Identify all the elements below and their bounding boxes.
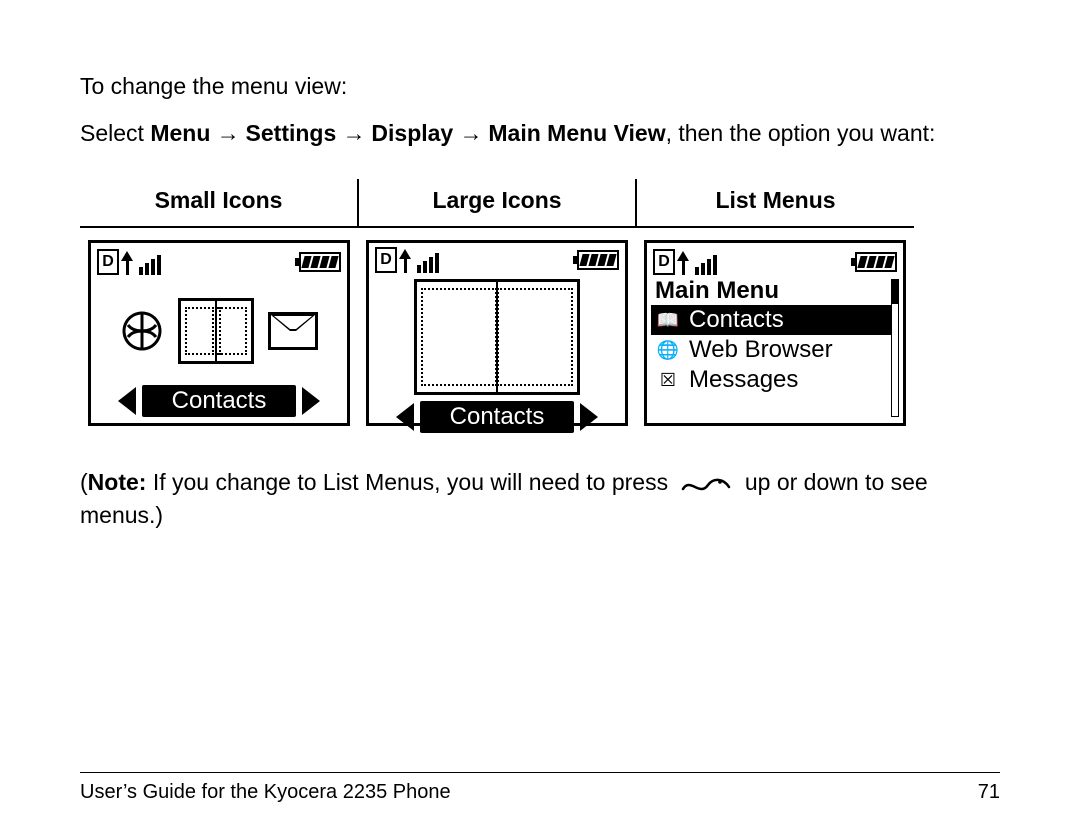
path-prefix: Select: [80, 120, 150, 146]
path-step-menu: Menu: [150, 120, 210, 146]
signal-bars-icon: [695, 255, 717, 275]
icon-row: [91, 277, 347, 385]
intro-text: To change the menu view:: [80, 70, 1000, 103]
antenna-icon: [123, 253, 133, 275]
path-step-settings: Settings: [246, 120, 337, 146]
screen-large-icons: D Contacts: [366, 240, 628, 426]
footer-page-number: 71: [978, 781, 1000, 804]
scrollbar: [891, 279, 899, 417]
contacts-book-icon: 📖: [657, 309, 679, 331]
note-label: Note:: [88, 469, 147, 495]
battery-icon: [577, 250, 619, 270]
nav-right-icon: [302, 387, 320, 415]
antenna-icon: [401, 251, 411, 273]
digital-mode-icon: D: [375, 247, 397, 273]
battery-icon: [855, 252, 897, 272]
arrow-icon: →: [217, 121, 246, 146]
nav-key-icon: [680, 473, 732, 495]
web-browser-icon: [120, 309, 164, 353]
selected-label: Contacts: [142, 385, 297, 417]
messages-envelope-icon: [268, 312, 318, 350]
col-header-large-icons: Large Icons: [358, 179, 636, 227]
messages-envelope-icon: ☒: [657, 369, 679, 391]
list-item: 📖 Contacts: [651, 305, 899, 335]
arrow-icon: →: [343, 121, 372, 146]
status-bar: D: [91, 243, 347, 277]
screen-list-menus: D Main Menu 📖 Contacts 🌐: [644, 240, 906, 426]
path-suffix: , then the option you want:: [666, 120, 936, 146]
scrollbar-thumb: [892, 280, 898, 304]
status-bar: D: [647, 243, 903, 277]
arrow-icon: →: [460, 121, 489, 146]
icon-row: [369, 273, 625, 401]
path-step-main-menu-view: Main Menu View: [488, 120, 665, 146]
screen-small-icons: D Contac: [88, 240, 350, 426]
list-item-label: Web Browser: [689, 336, 833, 364]
nav-right-icon: [580, 403, 598, 431]
status-bar: D: [369, 243, 625, 273]
nav-left-icon: [118, 387, 136, 415]
menu-view-table: Small Icons Large Icons List Menus D: [80, 179, 914, 426]
contacts-book-icon: [178, 298, 254, 364]
signal-bars-icon: [139, 255, 161, 275]
note-paren-open: (: [80, 469, 88, 495]
list-item: ☒ Messages: [651, 365, 899, 395]
page-footer: User’s Guide for the Kyocera 2235 Phone …: [80, 772, 1000, 804]
selected-label: Contacts: [420, 401, 575, 433]
footer-title: User’s Guide for the Kyocera 2235 Phone: [80, 781, 451, 804]
list-items: 📖 Contacts 🌐 Web Browser ☒ Messages: [647, 305, 903, 399]
digital-mode-icon: D: [97, 249, 119, 275]
antenna-icon: [679, 253, 689, 275]
col-header-list-menus: List Menus: [636, 179, 914, 227]
signal-bars-icon: [417, 253, 439, 273]
battery-icon: [299, 252, 341, 272]
list-title: Main Menu: [647, 277, 903, 306]
note-body-before: If you change to List Menus, you will ne…: [146, 469, 674, 495]
contacts-book-icon: [414, 279, 580, 395]
navigation-path: Select Menu → Settings → Display → Main …: [80, 117, 1000, 150]
digital-mode-icon: D: [653, 249, 675, 275]
web-browser-icon: 🌐: [657, 339, 679, 361]
nav-left-icon: [396, 403, 414, 431]
path-step-display: Display: [371, 120, 453, 146]
list-item-label: Contacts: [689, 306, 784, 334]
col-header-small-icons: Small Icons: [80, 179, 358, 227]
list-item: 🌐 Web Browser: [651, 335, 899, 365]
list-item-label: Messages: [689, 366, 798, 394]
note-text: (Note: If you change to List Menus, you …: [80, 466, 1000, 533]
